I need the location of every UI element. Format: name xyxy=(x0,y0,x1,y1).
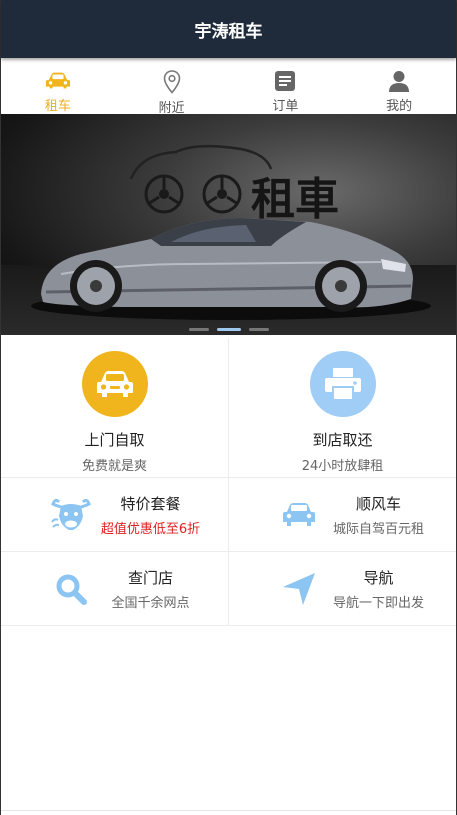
service-navigation[interactable]: 导航 导航一下即出发 xyxy=(228,552,456,625)
service-special-package[interactable]: 特价套餐 超值优惠低至6折 xyxy=(1,478,228,551)
promo-banner[interactable]: 租車 xyxy=(1,114,456,335)
service-title: 查门店 xyxy=(127,568,173,587)
printer-icon xyxy=(309,351,376,417)
tab-label: 订单 xyxy=(272,99,299,114)
tab-nearby[interactable]: 附近 xyxy=(115,64,229,116)
tab-label: 我的 xyxy=(386,99,413,114)
service-row-secondary: 特价套餐 超值优惠低至6折 顺风车 城际自驾百元租 xyxy=(1,478,456,552)
location-pin-icon xyxy=(159,70,185,94)
service-subtitle: 超值优惠低至6折 xyxy=(100,521,201,537)
service-text: 特价套餐 超值优惠低至6折 xyxy=(93,493,208,537)
service-title: 导航 xyxy=(363,568,394,587)
tab-mine[interactable]: 我的 xyxy=(342,64,456,114)
service-row-tertiary: 查门店 全国千余网点 导航 导航一下即出发 xyxy=(1,552,456,626)
app-header: 宇涛租车 xyxy=(1,0,456,58)
service-title: 上门自取 xyxy=(84,431,145,449)
service-find-store[interactable]: 查门店 全国千余网点 xyxy=(1,552,228,625)
service-row-primary: 上门自取 免费就是爽 到店取还 24小时放肆租 xyxy=(1,338,456,478)
tab-orders[interactable]: 订单 xyxy=(229,64,343,114)
service-grid: 上门自取 免费就是爽 到店取还 24小时放肆租 特价套餐 超值优惠低至6折 顺风… xyxy=(1,338,456,626)
order-list-icon xyxy=(272,70,298,92)
bull-icon xyxy=(49,495,93,535)
banner-logo-text: 租車 xyxy=(251,174,339,225)
service-title: 特价套餐 xyxy=(120,494,181,513)
service-subtitle: 免费就是爽 xyxy=(81,459,147,474)
service-carpool[interactable]: 顺风车 城际自驾百元租 xyxy=(228,478,456,551)
service-subtitle: 24小时放肆租 xyxy=(301,459,384,474)
service-subtitle: 导航一下即出发 xyxy=(332,595,424,611)
navigation-arrow-icon xyxy=(277,569,321,609)
carousel-dots xyxy=(1,328,456,331)
service-text: 导航 导航一下即出发 xyxy=(321,567,436,611)
service-text: 查门店 全国千余网点 xyxy=(93,567,208,611)
banner-image: 租車 xyxy=(31,144,431,320)
app-title: 宇涛租车 xyxy=(194,21,263,42)
service-title: 到店取还 xyxy=(312,431,373,449)
tab-rent-car[interactable]: 租车 xyxy=(1,64,115,114)
service-subtitle: 城际自驾百元租 xyxy=(332,521,424,537)
carousel-dot[interactable] xyxy=(188,328,209,331)
user-icon xyxy=(386,70,412,92)
tab-label: 租车 xyxy=(44,99,71,114)
car-icon xyxy=(45,70,71,92)
service-subtitle: 全国千余网点 xyxy=(111,595,190,611)
carousel-dot-active[interactable] xyxy=(216,328,241,331)
carousel-dot[interactable] xyxy=(248,328,269,331)
top-tab-bar: 租车 附近 订单 我的 xyxy=(1,64,456,116)
service-text: 顺风车 城际自驾百元租 xyxy=(321,493,436,537)
service-door-pickup[interactable]: 上门自取 免费就是爽 xyxy=(1,338,228,477)
search-icon xyxy=(49,569,93,609)
footer-divider xyxy=(1,810,456,811)
service-store-pickup[interactable]: 到店取还 24小时放肆租 xyxy=(228,338,456,477)
car-icon xyxy=(277,495,321,535)
service-title: 顺风车 xyxy=(355,494,401,513)
car-front-icon xyxy=(81,351,148,417)
